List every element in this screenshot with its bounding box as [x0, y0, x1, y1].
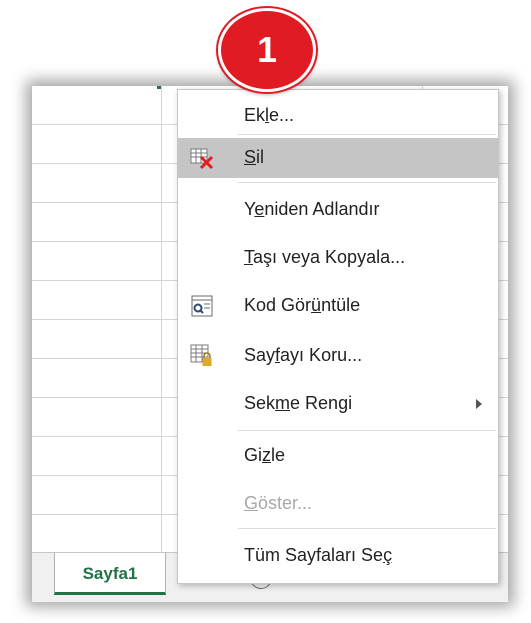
sheet-tab-sayfa1[interactable]: Sayfa1	[54, 553, 166, 595]
menu-item-taşı-veya-kopyala[interactable]: Taşı veya Kopyala...	[178, 238, 498, 278]
menu-item-label: Gizle	[244, 445, 286, 465]
submenu-arrow-icon	[476, 399, 482, 409]
step-callout-badge: 1	[218, 8, 316, 92]
menu-item-sil[interactable]: Sil	[178, 138, 498, 178]
menu-item-label: Sil	[244, 147, 265, 167]
menu-separator	[238, 134, 496, 135]
menu-item-gizle[interactable]: Gizle	[178, 436, 498, 476]
menu-item-label: Taşı veya Kopyala...	[244, 247, 406, 267]
menu-item-sekme-rengi[interactable]: Sekme Rengi	[178, 384, 498, 424]
menu-separator	[238, 528, 496, 529]
menu-item-label: Ekle...	[244, 105, 295, 125]
step-number: 1	[256, 29, 278, 70]
menu-item-tüm-sayfaları-seç[interactable]: Tüm Sayfaları Seç	[178, 536, 498, 576]
view-code-icon	[190, 294, 214, 318]
menu-item-göster: Göster...	[178, 484, 498, 524]
sheet-tab-label: Sayfa1	[82, 564, 138, 583]
menu-item-ekle[interactable]: Ekle...	[178, 96, 498, 136]
menu-item-label: Kod Görüntüle	[244, 295, 361, 315]
menu-separator	[238, 430, 496, 431]
menu-item-label: Sekme Rengi	[244, 393, 353, 413]
delete-sheet-icon	[190, 146, 214, 170]
menu-item-label: Tüm Sayfaları Seç	[244, 545, 393, 565]
column-gridline	[161, 86, 162, 556]
menu-item-kod-görüntüle[interactable]: Kod Görüntüle	[178, 286, 498, 326]
menu-item-yeniden-adlandır[interactable]: Yeniden Adlandır	[178, 190, 498, 230]
menu-separator	[238, 182, 496, 183]
menu-item-label: Yeniden Adlandır	[244, 199, 380, 219]
menu-item-sayfayı-koru[interactable]: Sayfayı Koru...	[178, 336, 498, 376]
protect-sheet-icon	[190, 344, 214, 368]
menu-item-label: Sayfayı Koru...	[244, 345, 363, 365]
sheet-context-menu: Ekle... Sil Yeniden Adlandır Taşı veya Kopy…	[177, 89, 499, 584]
menu-item-label: Göster...	[244, 493, 313, 513]
